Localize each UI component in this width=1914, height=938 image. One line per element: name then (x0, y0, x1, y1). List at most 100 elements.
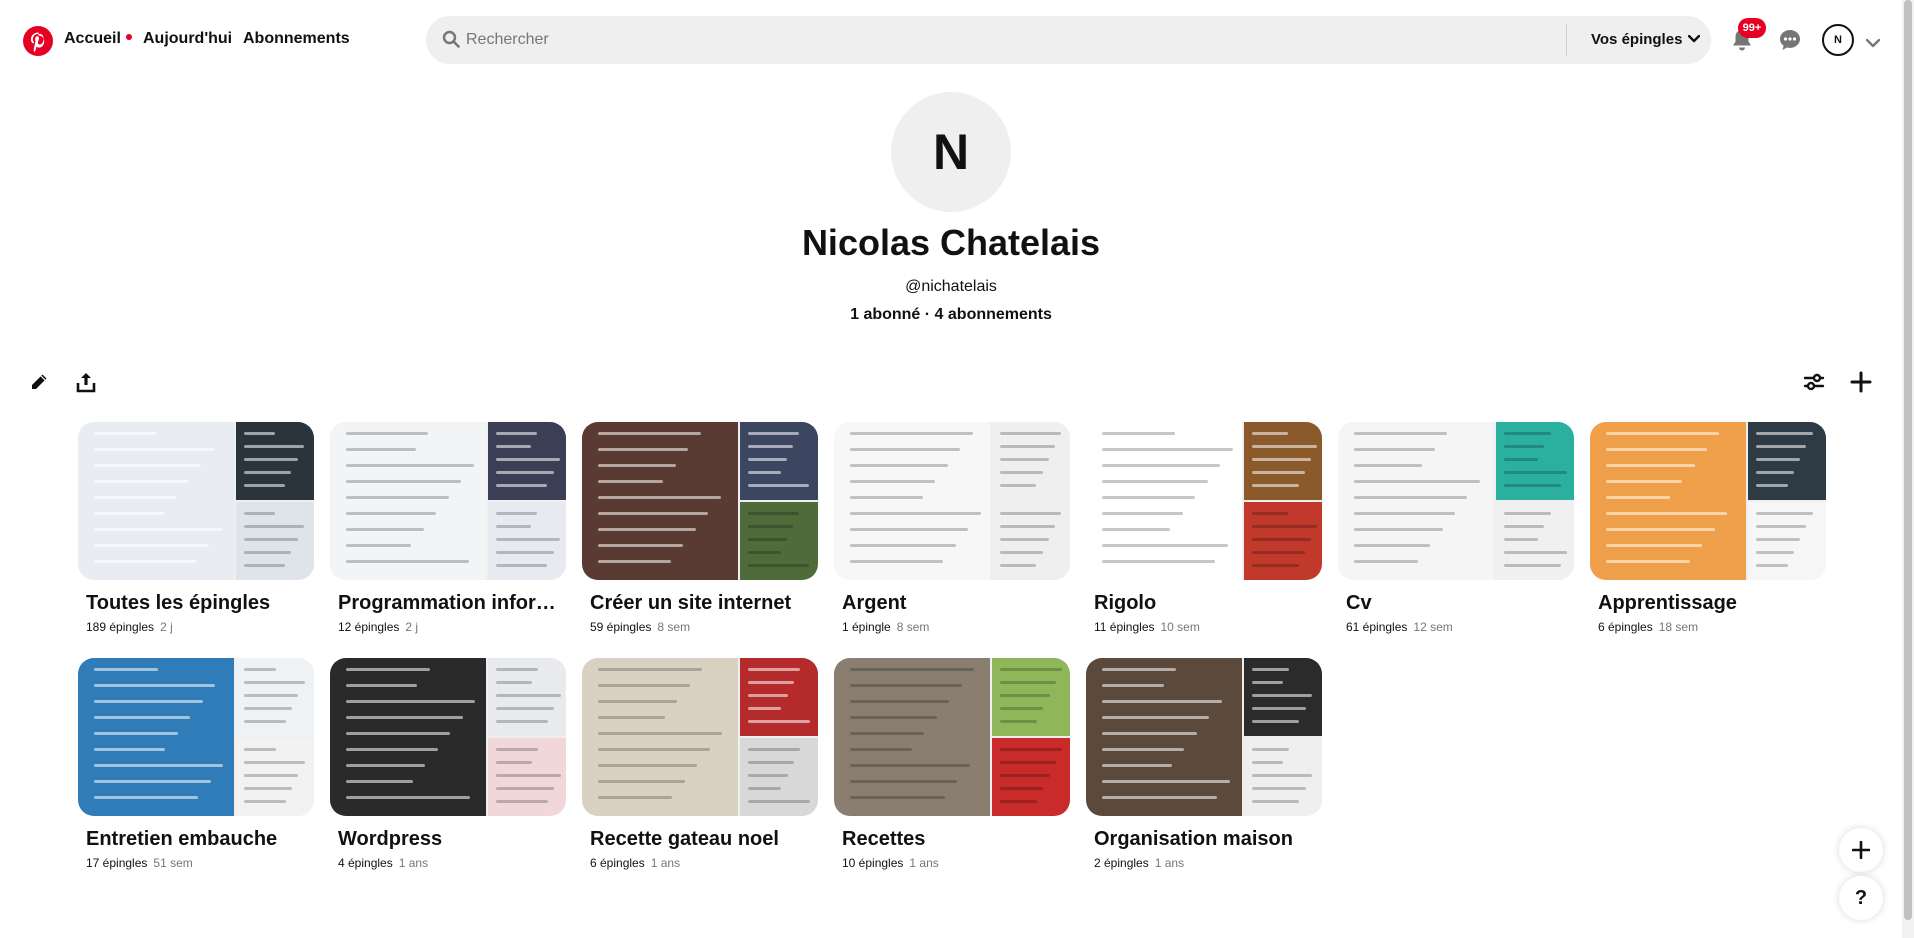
board-meta: 61 épingles 12 sem (1346, 620, 1574, 634)
account-avatar[interactable]: N (1822, 24, 1854, 56)
board-pin-count: 61 épingles (1346, 620, 1408, 634)
filter-sliders-icon[interactable] (1803, 372, 1825, 397)
nav-following[interactable]: Abonnements (243, 30, 350, 48)
cover-text-line (93, 668, 158, 671)
nav-today[interactable]: Aujourd'hui (143, 30, 232, 48)
board-title[interactable]: Argent (842, 592, 1068, 615)
cover-text-line (1251, 694, 1312, 697)
board-last-updated: 1 ans (1154, 856, 1185, 870)
board-card[interactable]: Recettes 10 épingles 1 ans (834, 658, 1070, 870)
board-card[interactable]: Programmation informatique 12 épingles 2 j (330, 422, 566, 634)
board-card[interactable]: Argent 1 épingle 8 sem (834, 422, 1070, 634)
board-title[interactable]: Cv (1346, 592, 1572, 615)
create-plus-icon[interactable] (1850, 371, 1872, 398)
cover-text-line (1503, 525, 1545, 528)
board-cover[interactable] (78, 658, 314, 816)
cover-text-line (1251, 800, 1300, 803)
cover-text-line (849, 496, 923, 499)
pinterest-logo-icon[interactable] (23, 26, 53, 56)
cover-text-line (597, 764, 698, 767)
board-last-updated: 51 sem (153, 856, 193, 870)
cover-text-line (849, 512, 981, 515)
profile-follow-stats[interactable]: 1 abonné · 4 abonnements (0, 306, 1902, 324)
cover-text-line (849, 544, 956, 547)
profile-avatar: N (891, 92, 1011, 212)
cover-text-line (1101, 448, 1233, 451)
board-title[interactable]: Recette gateau noel (590, 828, 816, 851)
board-cover[interactable] (1338, 422, 1574, 580)
board-cover[interactable] (1086, 422, 1322, 580)
cover-text-line (999, 694, 1050, 697)
cover-text-line (597, 700, 678, 703)
board-cover[interactable] (330, 658, 566, 816)
cover-text-line (345, 464, 474, 467)
board-card[interactable]: Organisation maison 2 épingles 1 ans (1086, 658, 1322, 870)
board-cover[interactable] (1086, 658, 1322, 816)
board-cover-main-image (1086, 422, 1242, 580)
cover-text-line (1251, 471, 1305, 474)
board-cover[interactable] (582, 422, 818, 580)
board-pin-count: 11 épingles (1094, 620, 1155, 634)
cover-text-line (1101, 480, 1208, 483)
board-card[interactable]: Apprentissage 6 épingles 18 sem (1590, 422, 1826, 634)
board-meta: 12 épingles 2 j (338, 620, 566, 634)
board-cover[interactable] (78, 422, 314, 580)
board-cover[interactable] (834, 422, 1070, 580)
board-cover[interactable] (330, 422, 566, 580)
search-scope-dropdown[interactable]: Vos épingles (1591, 16, 1701, 64)
cover-text-line (495, 564, 548, 567)
cover-text-line (1755, 458, 1801, 461)
board-title[interactable]: Programmation informatique (338, 592, 564, 615)
edit-pencil-icon[interactable] (29, 372, 49, 397)
board-cover[interactable] (582, 658, 818, 816)
board-card[interactable]: Rigolo 11 épingles 10 sem (1086, 422, 1322, 634)
board-cover[interactable] (1590, 422, 1826, 580)
cover-text-line (1353, 528, 1443, 531)
cover-text-line (495, 551, 554, 554)
nav-home[interactable]: Accueil (64, 30, 132, 48)
cover-text-line (849, 464, 948, 467)
messages-icon[interactable] (1778, 28, 1802, 57)
board-title[interactable]: Toutes les épingles (86, 592, 312, 615)
search-input[interactable] (466, 16, 1566, 64)
cover-text-line (747, 761, 794, 764)
cover-text-line (849, 700, 950, 703)
board-cover-side-image (236, 422, 314, 500)
account-menu-chevron-down-icon[interactable] (1865, 35, 1881, 53)
help-floating-button[interactable]: ? (1839, 876, 1883, 920)
board-card[interactable]: Toutes les épingles 189 épingles 2 j (78, 422, 314, 634)
board-last-updated: 1 ans (909, 856, 939, 870)
cover-text-line (495, 512, 538, 515)
board-card[interactable]: Recette gateau noel 6 épingles 1 ans (582, 658, 818, 870)
cover-text-line (1755, 512, 1813, 515)
cover-text-line (495, 538, 560, 541)
board-title[interactable]: Recettes (842, 828, 1068, 851)
board-title[interactable]: Créer un site internet (590, 592, 816, 615)
board-title[interactable]: Organisation maison (1094, 828, 1320, 851)
board-card[interactable]: Cv 61 épingles 12 sem (1338, 422, 1574, 634)
board-last-updated: 12 sem (1413, 620, 1453, 634)
board-meta: 4 épingles 1 ans (338, 856, 566, 870)
share-upload-icon[interactable] (76, 371, 96, 398)
board-title[interactable]: Rigolo (1094, 592, 1320, 615)
board-card[interactable]: Entretien embauche 17 épingles 51 sem (78, 658, 314, 870)
board-cover-main-image (582, 422, 738, 580)
board-cover[interactable] (834, 658, 1070, 816)
board-cover-main-image (582, 658, 738, 816)
board-title[interactable]: Entretien embauche (86, 828, 312, 851)
top-navigation-bar: Accueil Aujourd'hui Abonnements Vos épin… (0, 0, 1914, 80)
board-card[interactable]: Wordpress 4 épingles 1 ans (330, 658, 566, 870)
board-cover-side-image (1748, 502, 1826, 580)
cover-text-line (1251, 512, 1289, 515)
board-card[interactable]: Créer un site internet 59 épingles 8 sem (582, 422, 818, 634)
board-title[interactable]: Apprentissage (1598, 592, 1824, 615)
scrollbar-thumb[interactable] (1904, 0, 1912, 920)
cover-text-line (747, 471, 781, 474)
page-scrollbar[interactable] (1902, 0, 1914, 938)
board-cover-side-image (1496, 502, 1574, 580)
board-meta: 10 épingles 1 ans (842, 856, 1070, 870)
cover-text-line (345, 544, 412, 547)
cover-text-line (1605, 480, 1683, 483)
create-floating-button[interactable] (1839, 828, 1883, 872)
board-title[interactable]: Wordpress (338, 828, 564, 851)
